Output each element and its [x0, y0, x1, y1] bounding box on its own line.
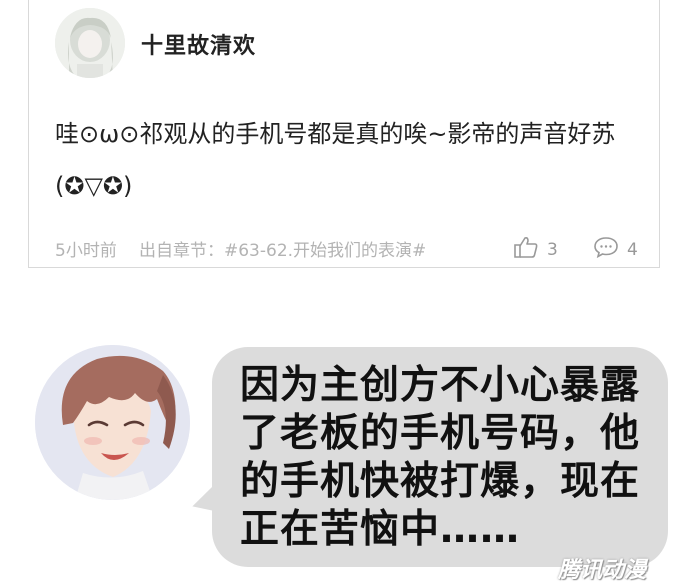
comment-chapter-link[interactable]: 出自章节：#63-62.开始我们的表演# [139, 236, 426, 261]
comment-time: 5小时前 [55, 241, 117, 261]
like-count: 3 [547, 239, 558, 260]
commenter-avatar[interactable] [55, 8, 125, 78]
comment-card: 十里故清欢 哇⊙ω⊙祁观从的手机号都是真的唉~影帝的声音好苏(✪▽✪) 5小时前… [28, 0, 660, 268]
comic-page: 十里故清欢 哇⊙ω⊙祁观从的手机号都是真的唉~影帝的声音好苏(✪▽✪) 5小时前… [0, 0, 690, 588]
reply-button[interactable]: 4 [593, 236, 638, 263]
comment-body: 哇⊙ω⊙祁观从的手机号都是真的唉~影帝的声音好苏(✪▽✪) [55, 120, 616, 200]
speech-bubble-icon [593, 236, 619, 263]
watermark-logo: 腾讯动漫 [558, 558, 647, 583]
reply-count: 4 [627, 239, 638, 260]
character-portrait [35, 345, 190, 500]
like-button[interactable]: 3 [513, 236, 558, 263]
commenter-username[interactable]: 十里故清欢 [141, 28, 256, 60]
thumbs-up-icon [513, 236, 539, 263]
comment-meta: 5小时前 出自章节：#63-62.开始我们的表演# 3 4 [55, 236, 645, 263]
speech-text: 因为主创方不小心暴露了老板的手机号码，他的手机快被打爆，现在正在苦恼中…… [240, 363, 641, 552]
